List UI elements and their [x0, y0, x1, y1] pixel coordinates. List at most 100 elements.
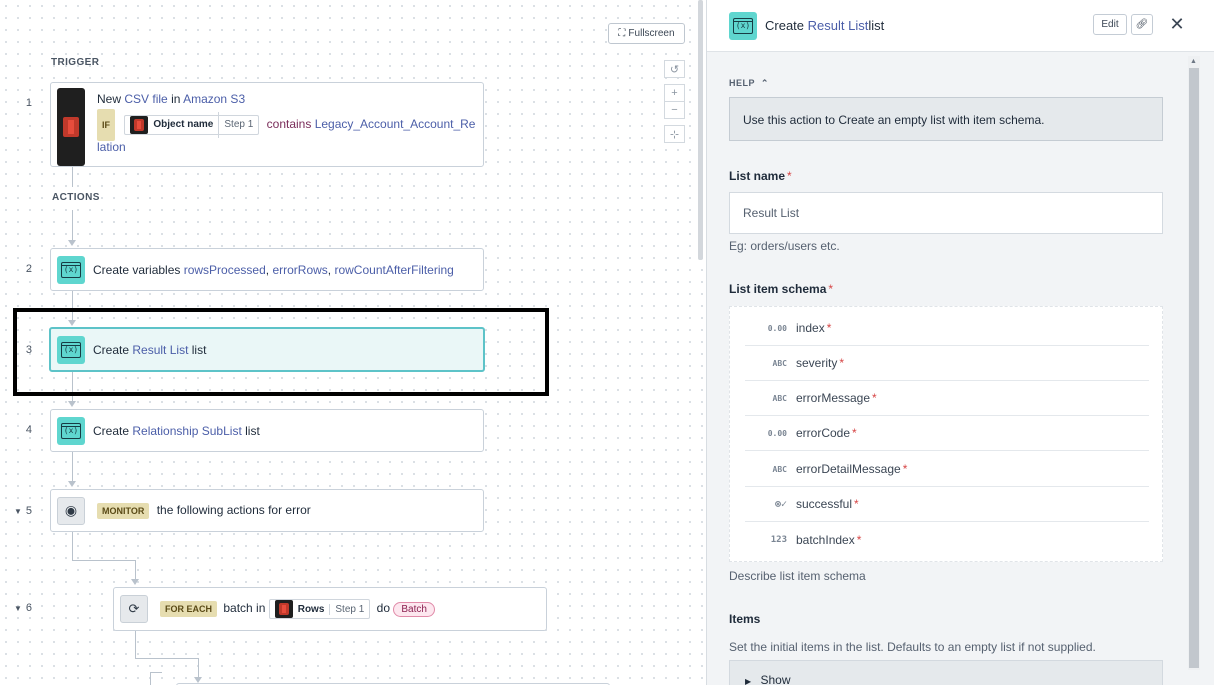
connector: [72, 210, 73, 242]
batch-variable-tag: Batch: [393, 601, 435, 617]
schema-field-row[interactable]: ABC severity *: [745, 346, 1149, 381]
amazon-s3-icon: [274, 600, 293, 618]
fullscreen-label: Fullscreen: [628, 28, 675, 39]
fullscreen-icon: ⛶: [618, 28, 626, 39]
trigger-step-card[interactable]: New CSV file in Amazon S3 IF Object name…: [50, 82, 484, 167]
connector: [135, 631, 136, 658]
connector-arrow: [131, 579, 139, 585]
chevron-up-icon: ⌃: [760, 78, 769, 88]
connector: [72, 560, 135, 561]
schema-field-row[interactable]: 0.00 errorCode *: [745, 416, 1149, 451]
fit-view-button[interactable]: ⊹: [664, 125, 685, 143]
reset-zoom-button[interactable]: ↺: [664, 60, 685, 78]
integer-type-icon: 123: [770, 534, 787, 545]
connector: [198, 658, 199, 678]
string-type-icon: ABC: [772, 464, 787, 474]
close-panel-button[interactable]: ✕: [1167, 14, 1187, 35]
connector-arrow: [68, 240, 76, 246]
variables-icon: (x): [57, 255, 85, 284]
monitor-step-card[interactable]: ◉ MONITOR the following actions for erro…: [50, 489, 484, 532]
connector-arrow: [68, 481, 76, 487]
variables-icon: (x): [729, 11, 757, 40]
datapill-rows[interactable]: Rows Step 1: [268, 599, 371, 619]
step-number: 1: [25, 97, 32, 109]
connector: [150, 672, 162, 673]
monitor-badge: MONITOR: [97, 502, 150, 519]
schema-field-list: 0.00 index * ABC severity * ABC errorMessa…: [729, 306, 1163, 562]
scroll-up-icon: ▲: [1190, 58, 1197, 65]
contains-operator: contains: [266, 117, 312, 132]
variable-link: rowsProcessed: [183, 262, 266, 277]
list-name-label: List name *: [729, 169, 792, 183]
connector: [72, 452, 73, 482]
panel-title: Create Result Listlist: [765, 18, 885, 33]
fit-icon: ⊹: [669, 128, 680, 141]
if-badge: IF: [97, 109, 115, 141]
amazon-s3-link[interactable]: Amazon S3: [183, 92, 245, 106]
selection-highlight-box: [13, 308, 549, 396]
recipe-canvas[interactable]: ⛶ Fullscreen ↺ + − ⊹ TRIGGER 1 New CSV f…: [0, 0, 706, 685]
items-label: Items: [729, 612, 761, 626]
boolean-type-icon: ⊗✓: [774, 498, 787, 510]
amazon-s3-icon: [130, 116, 149, 134]
link-icon: 🔗︎: [1135, 19, 1149, 30]
panel-scrollbar-thumb[interactable]: [1189, 68, 1199, 668]
step-number-collapsible[interactable]: ▼ 5: [2, 505, 32, 517]
zoom-out-button[interactable]: −: [664, 101, 685, 119]
help-toggle[interactable]: HELP ⌃: [729, 78, 769, 89]
zoom-in-button[interactable]: +: [664, 84, 685, 102]
schema-hint: Describe list item schema: [729, 569, 866, 583]
create-variables-step-card[interactable]: (x) Create variables rowsProcessed, erro…: [50, 248, 484, 291]
items-hint: Set the initial items in the list. Defau…: [729, 640, 1096, 654]
copy-link-button[interactable]: 🔗︎: [1131, 14, 1153, 35]
schema-field-row[interactable]: ⊗✓ successful *: [745, 487, 1149, 522]
amazon-s3-icon: [57, 88, 85, 166]
edit-button[interactable]: Edit: [1093, 14, 1127, 35]
schema-field-row[interactable]: 123 batchIndex *: [745, 522, 1149, 557]
number-type-icon: 0.00: [767, 428, 787, 438]
condition-value: Legacy_Account_Account_Re: [314, 117, 476, 132]
variable-link: rowCountAfterFiltering: [334, 262, 454, 277]
list-name-input[interactable]: Result List: [729, 192, 1163, 234]
canvas-scrollbar[interactable]: [698, 0, 703, 260]
repeat-icon: ⟳: [120, 595, 148, 623]
connector-arrow: [68, 401, 76, 407]
condition-value-continued: lation: [97, 140, 126, 154]
step-number-collapsible[interactable]: ▼ 6: [2, 602, 32, 614]
trigger-label: TRIGGER: [51, 57, 100, 68]
list-item-schema-label: List item schema *: [729, 282, 834, 296]
for-each-step-card[interactable]: ⟳ FOR EACH batch in Rows Step 1 do Batch: [113, 587, 547, 631]
schema-field-row[interactable]: ABC errorMessage *: [745, 381, 1149, 416]
step-number: 4: [25, 424, 32, 436]
help-text-box: Use this action to Create an empty list …: [729, 97, 1163, 141]
schema-field-row[interactable]: ABC errorDetailMessage *: [745, 452, 1149, 487]
connector: [72, 532, 73, 560]
reset-icon: ↺: [669, 63, 680, 76]
string-type-icon: ABC: [772, 358, 787, 368]
connector: [135, 658, 198, 659]
caret-right-icon: ▶: [745, 677, 752, 685]
close-icon: ✕: [1169, 14, 1185, 34]
number-type-icon: 0.00: [767, 323, 787, 333]
actions-label: ACTIONS: [52, 192, 100, 203]
list-name-link: Relationship SubList: [132, 423, 242, 438]
step-number: 2: [25, 263, 32, 275]
create-relationship-sublist-step-card[interactable]: (x) Create Relationship SubList list: [50, 409, 484, 452]
connector: [150, 672, 151, 685]
eye-icon: ◉: [57, 496, 85, 525]
caret-down-icon: ▼: [13, 507, 22, 516]
connector: [135, 560, 136, 580]
step-config-panel: (x) Create Result Listlist Edit 🔗︎ ✕ HEL…: [706, 0, 1214, 685]
list-name-hint: Eg: orders/users etc.: [729, 239, 840, 253]
datapill-object-name[interactable]: Object name Step 1: [124, 112, 260, 138]
panel-header: (x) Create Result Listlist Edit 🔗︎ ✕: [707, 0, 1214, 52]
panel-scrollbar[interactable]: ▲: [1188, 56, 1200, 670]
fullscreen-button[interactable]: ⛶ Fullscreen: [608, 23, 685, 44]
connector: [72, 167, 73, 187]
variable-link: errorRows: [272, 262, 328, 277]
caret-down-icon: ▼: [13, 604, 22, 613]
show-items-toggle[interactable]: ▶ Show: [729, 660, 1163, 685]
csv-file-link[interactable]: CSV file: [124, 92, 167, 106]
schema-field-row[interactable]: 0.00 index *: [745, 311, 1149, 346]
string-type-icon: ABC: [772, 393, 787, 403]
